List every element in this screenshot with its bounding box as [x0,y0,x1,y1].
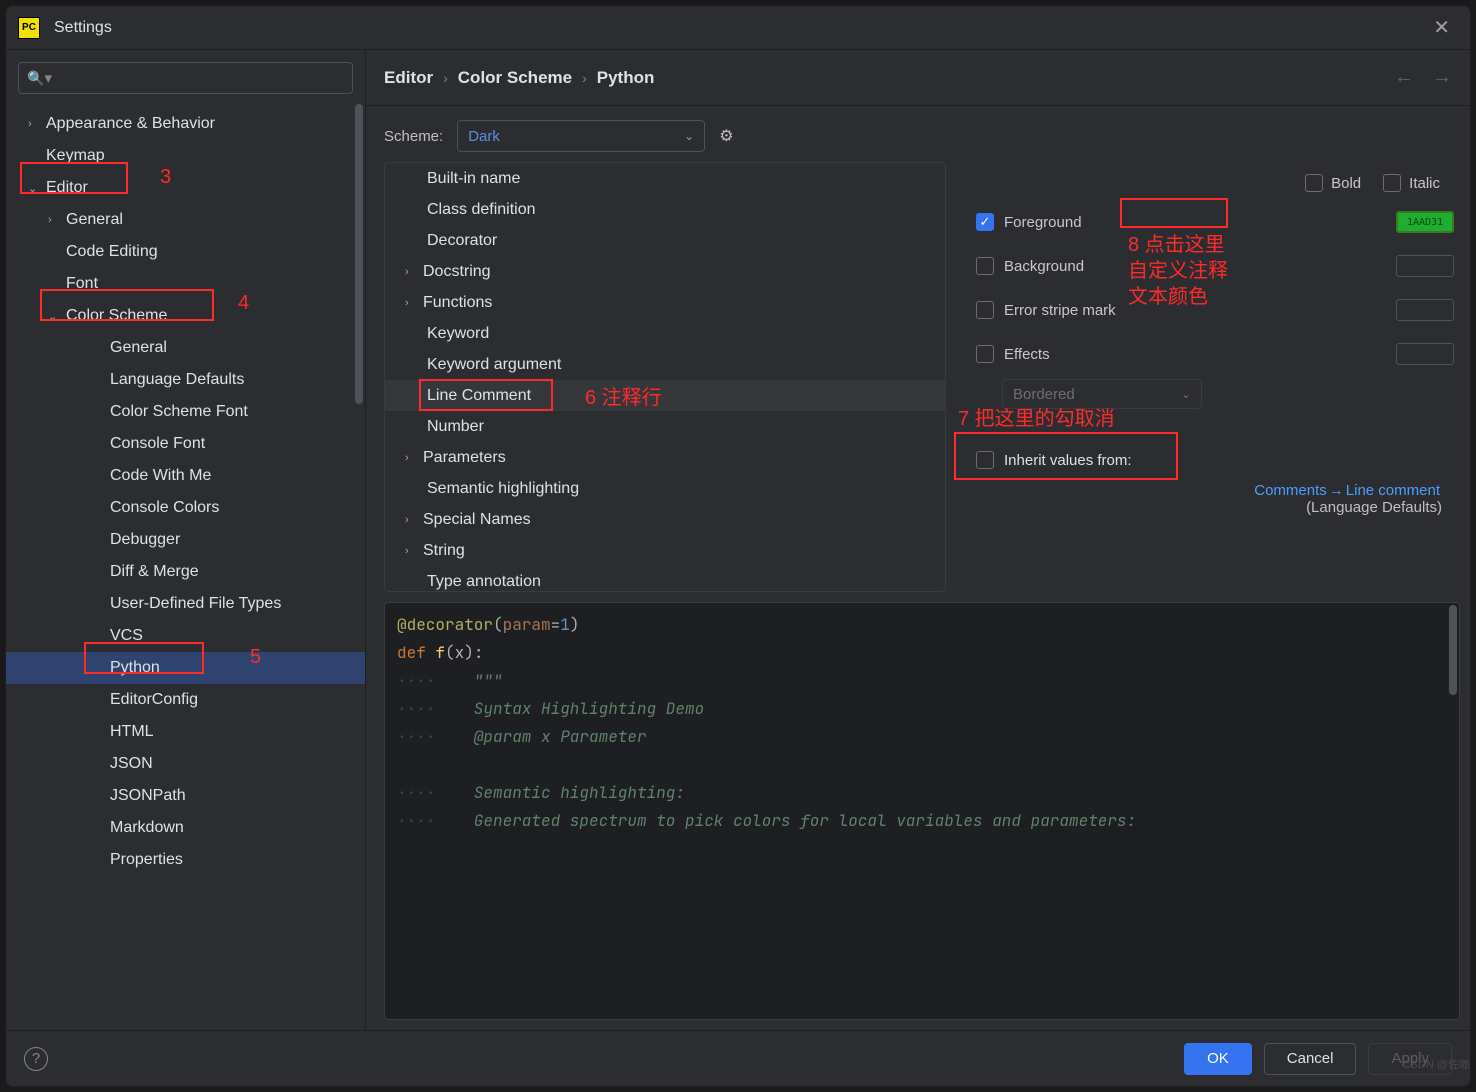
crumb-editor[interactable]: Editor [384,68,433,88]
error-stripe-swatch[interactable] [1396,299,1454,321]
crumb-python: Python [597,68,655,88]
attr-special-names[interactable]: ›Special Names [385,504,945,535]
gear-icon[interactable]: ⚙ [719,126,733,146]
cancel-button[interactable]: Cancel [1264,1043,1357,1075]
chevron-down-icon: ⌄ [684,129,694,143]
sidebar-item-code-editing[interactable]: Code Editing [6,236,365,268]
sidebar-item-code-with-me[interactable]: Code With Me [6,460,365,492]
attr-type-annotation[interactable]: Type annotation [385,566,945,592]
settings-sidebar: 🔍▾ 3 4 5 Appearance & BehaviorKeymapEdit… [6,50,366,1030]
sidebar-item-diff-merge[interactable]: Diff & Merge [6,556,365,588]
inherit-label: Inherit values from: [1004,452,1132,469]
inherit-checkbox[interactable] [976,451,994,469]
background-checkbox[interactable] [976,257,994,275]
sidebar-item-user-defined-file-types[interactable]: User-Defined File Types [6,588,365,620]
dialog-body: 🔍▾ 3 4 5 Appearance & BehaviorKeymapEdit… [6,50,1470,1030]
attr-number[interactable]: Number [385,411,945,442]
attr-string[interactable]: ›String [385,535,945,566]
sidebar-item-editor[interactable]: Editor [6,172,365,204]
window-title: Settings [54,19,112,37]
sidebar-item-color-scheme[interactable]: Color Scheme [6,300,365,332]
sidebar-item-console-colors[interactable]: Console Colors [6,492,365,524]
style-panel: Bold Italic ✓ Foreground 1AAD31 Backgrou… [954,162,1464,592]
attr-built-in-name[interactable]: Built-in name [385,163,945,194]
attr-keyword[interactable]: Keyword [385,318,945,349]
scheme-value: Dark [468,128,500,145]
sidebar-item-general[interactable]: General [6,204,365,236]
attr-semantic-highlighting[interactable]: Semantic highlighting [385,473,945,504]
help-icon[interactable]: ? [24,1047,48,1071]
search-input[interactable]: 🔍▾ [18,62,353,94]
foreground-checkbox[interactable]: ✓ [976,213,994,231]
inherit-link[interactable]: Comments→Line comment [1254,482,1440,499]
attr-decorator[interactable]: Decorator [385,225,945,256]
sidebar-item-appearance-behavior[interactable]: Appearance & Behavior [6,108,365,140]
search-icon: 🔍 [27,70,44,87]
sidebar-item-keymap[interactable]: Keymap [6,140,365,172]
settings-tree[interactable]: 3 4 5 Appearance & BehaviorKeymapEditorG… [6,102,365,1030]
sidebar-item-markdown[interactable]: Markdown [6,812,365,844]
close-icon[interactable]: ✕ [1425,11,1458,44]
bold-checkbox[interactable]: Bold [1305,174,1361,192]
sidebar-item-properties[interactable]: Properties [6,844,365,876]
error-stripe-checkbox[interactable] [976,301,994,319]
attr-line-comment[interactable]: Line Comment [385,380,945,411]
effects-type-dropdown[interactable]: Bordered ⌄ [1002,379,1202,409]
background-label: Background [1004,258,1084,275]
attr-functions[interactable]: ›Functions [385,287,945,318]
nav-forward-icon[interactable]: → [1432,66,1452,89]
nav-back-icon[interactable]: ← [1394,66,1414,89]
attr-class-definition[interactable]: Class definition [385,194,945,225]
chevron-down-icon: ⌄ [1181,387,1191,401]
sidebar-item-editorconfig[interactable]: EditorConfig [6,684,365,716]
effects-checkbox[interactable] [976,345,994,363]
foreground-swatch[interactable]: 1AAD31 [1396,211,1454,233]
sidebar-item-debugger[interactable]: Debugger [6,524,365,556]
scheme-label: Scheme: [384,128,443,145]
sidebar-item-json[interactable]: JSON [6,748,365,780]
ok-button[interactable]: OK [1184,1043,1252,1075]
scrollbar[interactable] [1449,605,1457,1017]
sidebar-item-python[interactable]: Python [6,652,365,684]
sidebar-item-language-defaults[interactable]: Language Defaults [6,364,365,396]
error-stripe-label: Error stripe mark [1004,302,1116,319]
sidebar-item-vcs[interactable]: VCS [6,620,365,652]
attribute-tree[interactable]: Built-in nameClass definitionDecorator›D… [384,162,946,592]
italic-checkbox[interactable]: Italic [1383,174,1440,192]
attr-docstring[interactable]: ›Docstring [385,256,945,287]
attr-parameters[interactable]: ›Parameters [385,442,945,473]
background-swatch[interactable] [1396,255,1454,277]
sidebar-item-console-font[interactable]: Console Font [6,428,365,460]
sidebar-item-color-scheme-font[interactable]: Color Scheme Font [6,396,365,428]
sidebar-item-html[interactable]: HTML [6,716,365,748]
scheme-dropdown[interactable]: Dark ⌄ [457,120,705,152]
effects-label: Effects [1004,346,1050,363]
sidebar-item-font[interactable]: Font [6,268,365,300]
main-panel: Editor › Color Scheme › Python ← → Schem… [366,50,1470,1030]
settings-dialog: PC Settings ✕ 🔍▾ 3 4 5 Appearance & Beha… [5,5,1471,1087]
inherit-source: (Language Defaults) [976,499,1442,516]
watermark: CSDN @佐咖 [1403,1056,1470,1072]
code-preview: @decorator(param=1) def f(x): ···· """ ·… [384,602,1460,1020]
foreground-label: Foreground [1004,214,1082,231]
scrollbar[interactable] [355,104,363,1028]
app-icon: PC [18,17,40,39]
sidebar-item-jsonpath[interactable]: JSONPath [6,780,365,812]
dialog-footer: ? OK Cancel Apply [6,1030,1470,1086]
sidebar-item-general[interactable]: General [6,332,365,364]
crumb-color-scheme[interactable]: Color Scheme [458,68,572,88]
effects-swatch[interactable] [1396,343,1454,365]
titlebar: PC Settings ✕ [6,6,1470,50]
attr-keyword-argument[interactable]: Keyword argument [385,349,945,380]
breadcrumb: Editor › Color Scheme › Python ← → [366,50,1470,106]
